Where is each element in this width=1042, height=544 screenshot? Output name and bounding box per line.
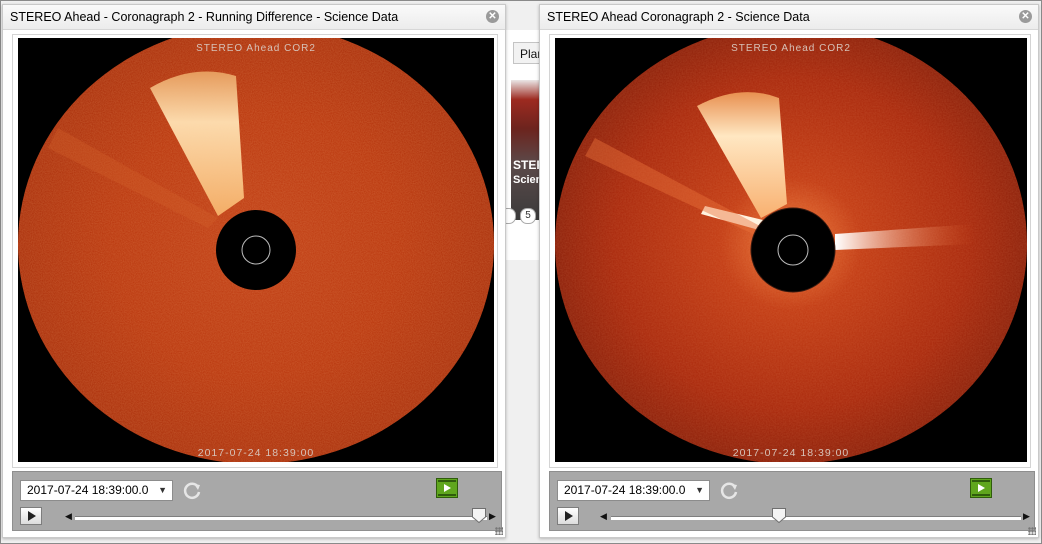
step-back-arrow[interactable]: ◀: [65, 511, 72, 522]
coronagraph-svg: STEREO Ahead COR2 2017-07-24 18:39:00: [18, 38, 494, 462]
play-button[interactable]: [557, 507, 579, 525]
date-select-value: 2017-07-24 18:39:00.0: [564, 483, 686, 497]
close-icon[interactable]: ✕: [1019, 10, 1032, 23]
step-forward-arrow[interactable]: ▶: [1023, 511, 1030, 522]
date-select[interactable]: 2017-07-24 18:39:00.0 ▼: [20, 480, 173, 501]
play-button[interactable]: [20, 507, 42, 525]
science-data-panel: STEREO Ahead Coronagraph 2 - Science Dat…: [539, 4, 1039, 538]
refresh-icon[interactable]: [718, 479, 740, 501]
occulter-disk: [750, 207, 836, 293]
resize-grip[interactable]: [1028, 527, 1036, 535]
panel-title: STEREO Ahead - Coronagraph 2 - Running D…: [10, 10, 399, 24]
playback-controls: 2017-07-24 18:39:00.0 ▼ ◀ ▶: [549, 471, 1035, 531]
chevron-down-icon: ▼: [158, 485, 167, 495]
panel-titlebar[interactable]: STEREO Ahead - Coronagraph 2 - Running D…: [3, 5, 505, 30]
background-radio-5[interactable]: 5: [520, 208, 536, 224]
date-select-value: 2017-07-24 18:39:00.0: [27, 483, 149, 497]
step-back-arrow[interactable]: ◀: [600, 511, 607, 522]
time-slider-thumb[interactable]: [772, 508, 787, 523]
image-frame: STEREO Ahead COR2 2017-07-24 18:39:00: [549, 34, 1031, 468]
panel-titlebar[interactable]: STEREO Ahead Coronagraph 2 - Science Dat…: [540, 5, 1038, 30]
close-icon[interactable]: ✕: [486, 10, 499, 23]
occulter-disk: [216, 210, 296, 290]
step-forward-arrow[interactable]: ▶: [489, 511, 496, 522]
coronagraph-svg: STEREO Ahead COR2 2017-07-24 18:39:00: [555, 38, 1027, 462]
image-top-label: STEREO Ahead COR2: [731, 43, 851, 54]
image-top-label: STEREO Ahead COR2: [196, 43, 316, 54]
resize-grip[interactable]: [495, 527, 503, 535]
running-difference-panel: STEREO Ahead - Coronagraph 2 - Running D…: [2, 4, 506, 538]
time-slider-track[interactable]: [75, 516, 487, 520]
image-frame: STEREO Ahead COR2 2017-07-24 18:39:00: [12, 34, 498, 468]
date-select[interactable]: 2017-07-24 18:39:00.0 ▼: [557, 480, 710, 501]
playback-controls: 2017-07-24 18:39:00.0 ▼ ◀ ▶: [12, 471, 502, 531]
panel-title: STEREO Ahead Coronagraph 2 - Science Dat…: [547, 10, 810, 24]
time-slider-track[interactable]: [611, 516, 1021, 520]
image-timestamp-label: 2017-07-24 18:39:00: [198, 447, 315, 459]
refresh-icon[interactable]: [181, 479, 203, 501]
movie-icon[interactable]: [436, 478, 458, 498]
movie-icon[interactable]: [970, 478, 992, 498]
chevron-down-icon: ▼: [695, 485, 704, 495]
coronagraph-image[interactable]: STEREO Ahead COR2 2017-07-24 18:39:00: [555, 38, 1027, 462]
time-slider-thumb[interactable]: [471, 508, 486, 523]
image-timestamp-label: 2017-07-24 18:39:00: [733, 447, 850, 459]
coronagraph-image[interactable]: STEREO Ahead COR2 2017-07-24 18:39:00: [18, 38, 494, 462]
